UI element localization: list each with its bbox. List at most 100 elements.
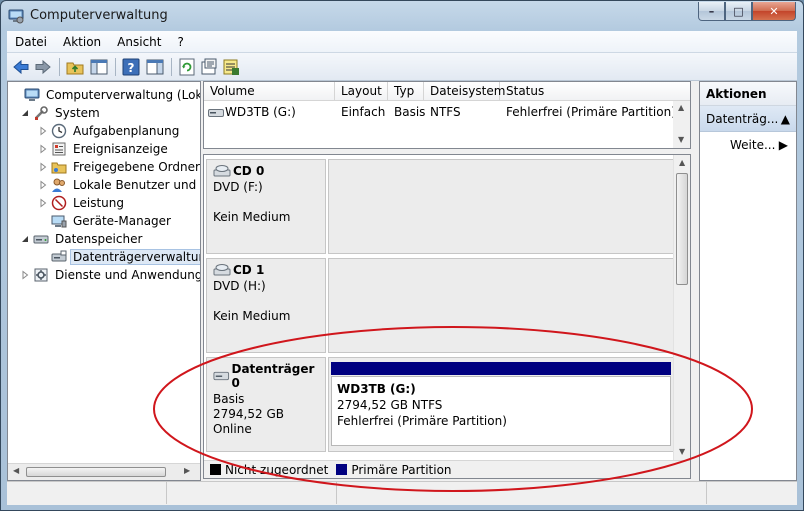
partition-wd3tb[interactable]: WD3TB (G:) 2794,52 GB NTFS Fehlerfrei (P…	[331, 376, 671, 446]
refresh-icon[interactable]	[177, 57, 197, 77]
disk-line: DVD (F:)	[213, 180, 263, 194]
users-icon	[52, 178, 65, 192]
tree-label: Aufgabenplanung	[73, 124, 180, 138]
tree-item-datenspeicher[interactable]: Datenspeicher	[20, 230, 144, 248]
clock-icon	[51, 123, 67, 139]
collapsed-triangle-icon[interactable]	[38, 162, 48, 172]
collapsed-triangle-icon[interactable]	[38, 198, 48, 208]
tree-label: Dienste und Anwendungen	[55, 268, 200, 282]
scroll-up-icon[interactable]: ▲	[678, 103, 684, 112]
tree-item-system[interactable]: System	[20, 104, 102, 122]
disk-line: 2794,52 GB	[213, 407, 284, 421]
tree-label: Computerverwaltung (Lokal)	[46, 88, 201, 102]
cd-drive-icon	[213, 264, 231, 276]
disk-name: CD 1	[233, 263, 265, 277]
disk-management-icon	[51, 250, 67, 262]
toolbar: ?	[7, 53, 797, 81]
collapsed-triangle-icon[interactable]	[38, 126, 48, 136]
actions-section-disk-management[interactable]: Datenträg... ▲	[700, 106, 796, 132]
performance-icon	[51, 195, 67, 211]
scroll-down-icon[interactable]: ▼	[679, 447, 685, 456]
scrollbar-thumb[interactable]	[26, 467, 166, 477]
title-bar[interactable]: Computerverwaltung – □ ✕	[1, 1, 803, 31]
show-tree-icon[interactable]	[89, 57, 109, 77]
tree-label: Datenspeicher	[55, 232, 143, 246]
tree-label: Leistung	[73, 196, 124, 210]
menu-help[interactable]: ?	[169, 35, 191, 49]
column-layout[interactable]: Layout	[335, 82, 388, 101]
up-folder-icon[interactable]	[65, 57, 85, 77]
more-actions-label: Weite...	[730, 138, 776, 152]
status-pane	[167, 482, 337, 504]
scroll-down-icon[interactable]: ▼	[678, 135, 684, 144]
disk-name-row: CD 0	[213, 164, 319, 178]
column-status[interactable]: Status	[500, 82, 690, 101]
expanded-triangle-icon[interactable]	[20, 108, 30, 118]
volume-drive-icon	[208, 109, 224, 117]
column-dateisystem[interactable]: Dateisystem	[424, 82, 505, 101]
tree-item-leistung[interactable]: Leistung	[38, 194, 126, 212]
disk-info[interactable]: CD 0 DVD (F:) Kein Medium	[206, 159, 326, 254]
volume-list: Volume Layout Typ Dateisystem Status WD3…	[203, 81, 691, 149]
disk-info[interactable]: CD 1 DVD (H:) Kein Medium	[206, 258, 326, 353]
collapsed-triangle-icon[interactable]	[38, 180, 48, 190]
caption-buttons: – □ ✕	[698, 2, 796, 21]
disk-line	[213, 294, 319, 309]
tree-item-dienste[interactable]: Dienste und Anwendungen	[20, 266, 200, 284]
view-icon[interactable]	[145, 57, 165, 77]
disk-line: Kein Medium	[213, 210, 291, 224]
export-icon[interactable]	[221, 57, 241, 77]
action-more-actions[interactable]: Weite... ▶	[700, 132, 796, 158]
hard-disk-icon	[213, 371, 230, 381]
forward-icon[interactable]	[33, 57, 53, 77]
disk-empty-space[interactable]	[328, 159, 674, 254]
toolbar-separator	[171, 58, 172, 76]
help-icon[interactable]: ?	[121, 57, 141, 77]
client-area: Computerverwaltung (Lokal) System Aufgab…	[7, 81, 797, 481]
maximize-button[interactable]: □	[725, 2, 752, 21]
tree-item-root[interactable]: Computerverwaltung (Lokal)	[11, 86, 201, 104]
disk-info[interactable]: Datenträger 0 Basis 2794,52 GB Online	[206, 357, 326, 452]
disk-empty-space[interactable]	[328, 258, 674, 353]
menu-bar: Datei Aktion Ansicht ?	[7, 31, 797, 53]
tree-item-lokale-benutzer[interactable]: Lokale Benutzer und Gru	[38, 176, 200, 194]
tree-label: Datenträgerverwaltung	[70, 249, 200, 265]
properties-icon[interactable]	[199, 57, 219, 77]
column-volume[interactable]: Volume	[204, 82, 335, 101]
tree-label: System	[55, 106, 100, 120]
window-title: Computerverwaltung	[30, 8, 168, 23]
primary-partition-bar	[331, 362, 671, 375]
menu-ansicht[interactable]: Ansicht	[109, 35, 169, 49]
back-icon[interactable]	[11, 57, 31, 77]
tree-item-datentraegerverwaltung[interactable]: Datenträgerverwaltung	[51, 248, 200, 266]
column-typ[interactable]: Typ	[388, 82, 424, 101]
computer-management-icon	[24, 88, 40, 101]
minimize-button[interactable]: –	[698, 2, 725, 21]
scroll-right-icon[interactable]: ▶	[184, 466, 190, 475]
tree-item-aufgabenplanung[interactable]: Aufgabenplanung	[38, 122, 181, 140]
collapse-up-icon[interactable]: ▲	[781, 106, 790, 131]
disk-name-row: CD 1	[213, 263, 319, 277]
tree-label: Lokale Benutzer und Gru	[73, 178, 200, 192]
collapsed-triangle-icon[interactable]	[38, 144, 48, 154]
menu-datei[interactable]: Datei	[7, 35, 55, 49]
disk-name-row: Datenträger 0	[213, 362, 319, 390]
tree-item-freigegebene-ordner[interactable]: Freigegebene Ordner	[38, 158, 200, 176]
scroll-up-icon[interactable]: ▲	[679, 158, 685, 167]
svg-text:?: ?	[128, 61, 135, 75]
scroll-left-icon[interactable]: ◀	[13, 466, 19, 475]
expanded-triangle-icon[interactable]	[20, 234, 30, 244]
collapsed-triangle-icon[interactable]	[20, 270, 30, 280]
tree-horizontal-scrollbar[interactable]: ◀ ▶	[8, 463, 200, 480]
cd-drive-icon	[213, 165, 231, 177]
menu-aktion[interactable]: Aktion	[55, 35, 109, 49]
volume-list-scrollbar[interactable]: ▲ ▼	[673, 101, 690, 148]
disk-view-scrollbar[interactable]: ▲ ▼	[673, 155, 690, 462]
close-button[interactable]: ✕	[752, 2, 796, 21]
section-label: Datenträg...	[706, 112, 779, 126]
tree-item-geraete-manager[interactable]: Geräte-Manager	[51, 212, 173, 230]
volume-name: WD3TB (G:)	[225, 105, 296, 119]
partition-name: WD3TB (G:)	[337, 382, 416, 396]
tree-item-ereignisanzeige[interactable]: Ereignisanzeige	[38, 140, 170, 158]
scrollbar-thumb[interactable]	[676, 173, 688, 285]
